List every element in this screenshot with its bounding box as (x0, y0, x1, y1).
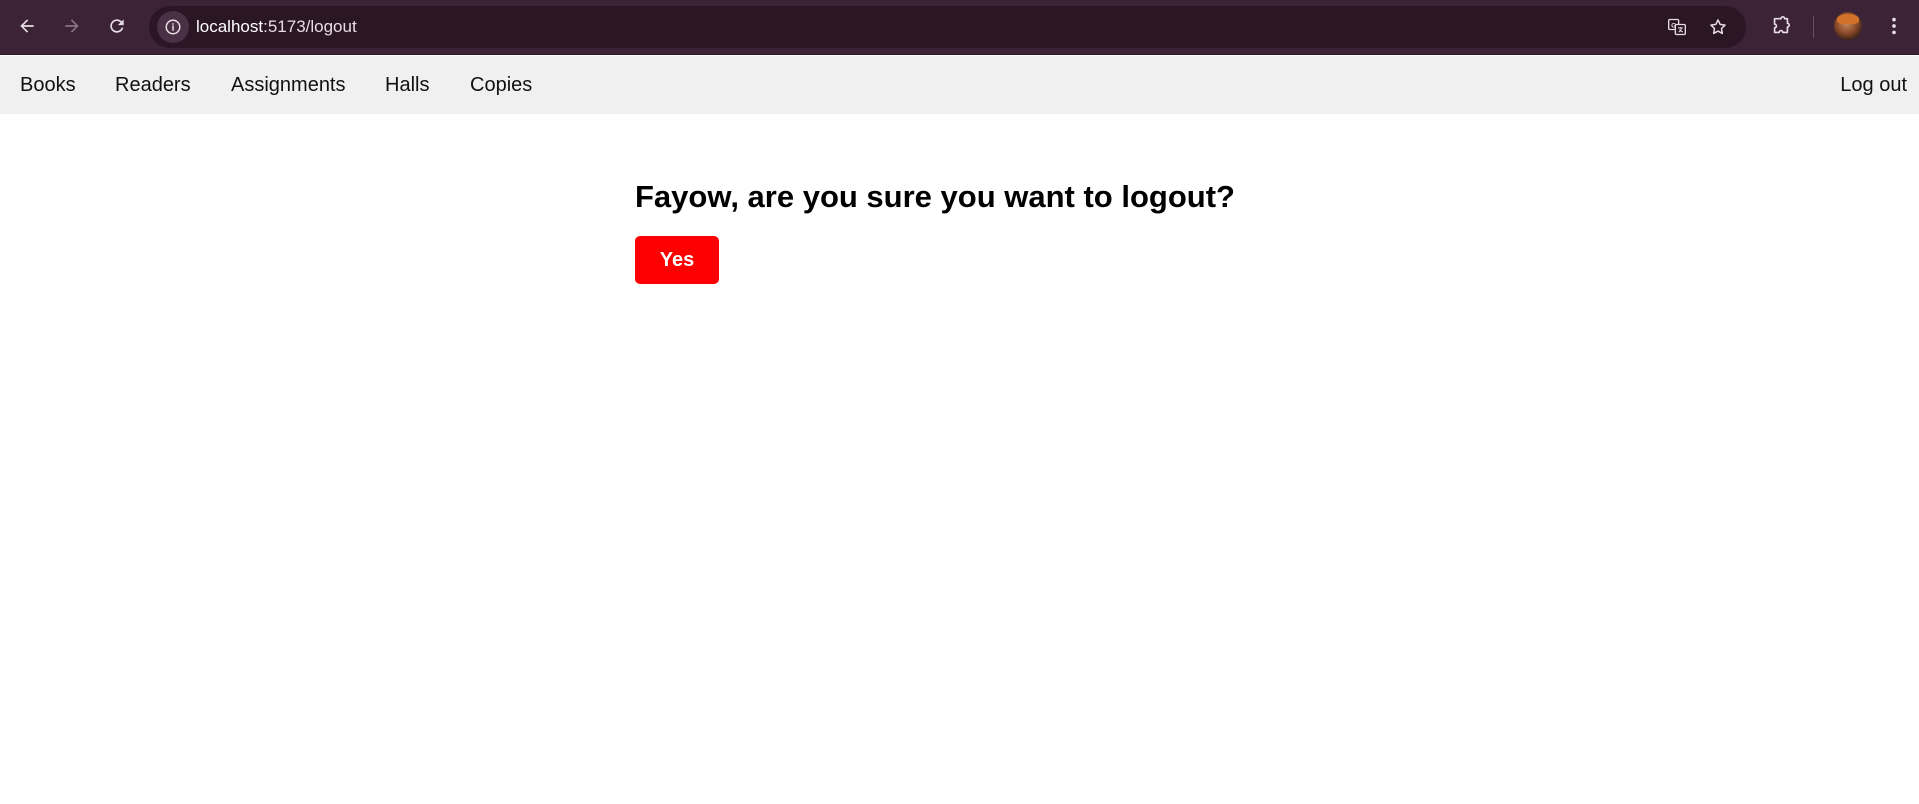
bookmark-button[interactable] (1705, 14, 1731, 40)
url-text[interactable]: localhost:5173/logout (196, 17, 357, 37)
star-icon (1710, 19, 1726, 35)
toolbar-divider (1813, 16, 1814, 38)
extensions-button[interactable] (1767, 12, 1795, 40)
browser-toolbar: localhost:5173/logout G (0, 0, 1919, 55)
browser-menu-button[interactable] (1880, 12, 1908, 40)
nav-link-assignments[interactable]: Assignments (231, 74, 346, 97)
nav-link-halls[interactable]: Halls (385, 74, 429, 97)
translate-button[interactable]: G (1664, 14, 1690, 40)
kebab-menu-icon (1892, 17, 1896, 35)
info-icon (165, 19, 181, 35)
nav-link-copies[interactable]: Copies (470, 74, 532, 97)
avatar-hair (1837, 14, 1859, 24)
reload-icon (110, 19, 124, 33)
confirm-logout-button[interactable]: Yes (635, 236, 719, 284)
puzzle-icon (1773, 16, 1791, 34)
app-navbar: Books Readers Assignments Halls Copies L… (0, 56, 1919, 114)
avatar[interactable] (1834, 12, 1862, 40)
page-title: Fayow, are you sure you want to logout? (635, 179, 1235, 214)
nav-link-logout[interactable]: Log out (1840, 74, 1907, 97)
back-button[interactable] (10, 9, 44, 43)
translate-icon: G (1668, 18, 1686, 36)
nav-link-readers[interactable]: Readers (115, 74, 191, 97)
arrow-left-icon (20, 19, 34, 33)
forward-button[interactable] (55, 9, 89, 43)
arrow-right-icon (65, 19, 79, 33)
url-host: localhost (196, 17, 264, 36)
nav-link-books[interactable]: Books (20, 74, 76, 97)
reload-button[interactable] (100, 9, 134, 43)
address-bar[interactable]: localhost:5173/logout G (149, 6, 1746, 48)
logout-confirmation: Fayow, are you sure you want to logout? … (635, 178, 1435, 284)
url-path: :5173/logout (263, 17, 357, 36)
site-info-button[interactable] (157, 11, 189, 43)
